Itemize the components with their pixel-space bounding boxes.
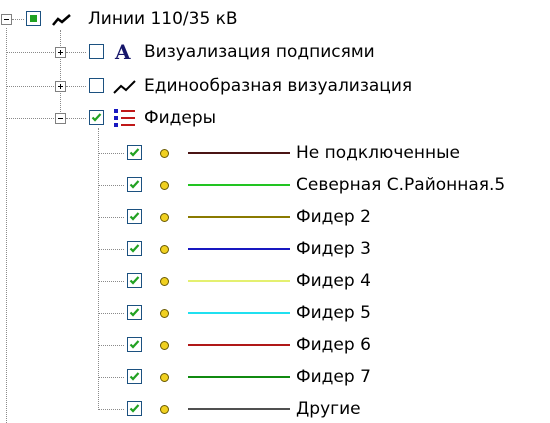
collapse-toggle[interactable] [55, 113, 66, 124]
tree-node-label: Визуализация подписями [144, 42, 375, 62]
feeder-item[interactable]: Не подключенные [0, 139, 550, 167]
state-indicator-icon [160, 213, 169, 222]
checkmark-icon [129, 212, 140, 221]
tree-connector [98, 377, 124, 378]
tree-connector [66, 118, 86, 119]
text-label-icon: A [114, 42, 131, 62]
checkmark-icon [129, 180, 140, 189]
state-indicator-icon [160, 181, 169, 190]
feeder-color-swatch [188, 152, 290, 154]
feeder-item[interactable]: Фидер 3 [0, 235, 550, 263]
feeder-checkbox[interactable] [127, 369, 142, 384]
tree-connector [6, 118, 54, 119]
feeder-label: Другие [296, 399, 361, 419]
feeder-checkbox[interactable] [127, 273, 142, 288]
feeder-item[interactable]: Фидер 7 [0, 363, 550, 391]
feeder-checkbox[interactable] [127, 145, 142, 160]
tree-node-uniform-visualization[interactable]: Единообразная визуализация [0, 72, 550, 100]
tree-node-label: Единообразная визуализация [144, 76, 413, 96]
feeder-label: Фидер 4 [296, 271, 371, 291]
tree-node-label: Фидеры [144, 108, 217, 128]
checkmark-icon [129, 404, 140, 413]
state-indicator-icon [160, 341, 169, 350]
expand-toggle[interactable] [55, 81, 66, 92]
feeder-label: Фидер 3 [296, 239, 371, 259]
layer-tree: Линии 110/35 кВ A Визуализация подписями… [0, 0, 550, 423]
checkmark-icon [129, 276, 140, 285]
feeder-label: Фидер 2 [296, 207, 371, 227]
feeder-label: Фидер 7 [296, 367, 371, 387]
feeder-checkbox[interactable] [127, 401, 142, 416]
feeder-label: Не подключенные [296, 143, 460, 163]
feeder-color-swatch [188, 408, 290, 410]
feeder-item[interactable]: Фидер 5 [0, 299, 550, 327]
state-indicator-icon [160, 277, 169, 286]
feeder-item[interactable]: Фидер 6 [0, 331, 550, 359]
tree-connector [98, 217, 124, 218]
feeder-item[interactable]: Фидер 4 [0, 267, 550, 295]
feeder-checkbox[interactable] [127, 209, 142, 224]
legend-list-icon [114, 109, 135, 127]
layer-checkbox[interactable] [89, 44, 104, 59]
layer-checkbox[interactable] [89, 110, 104, 125]
layer-checkbox[interactable] [89, 78, 104, 93]
feeder-label: Фидер 6 [296, 335, 371, 355]
state-indicator-icon [160, 405, 169, 414]
tree-node-label: Линии 110/35 кВ [88, 9, 238, 29]
svg-text:A: A [114, 42, 131, 62]
tree-connector [98, 345, 124, 346]
tree-connector [98, 153, 124, 154]
feeder-item[interactable]: Фидер 2 [0, 203, 550, 231]
tree-connector [12, 19, 24, 20]
feeder-item[interactable]: Северная С.Районная.5 [0, 171, 550, 199]
line-layer-icon [52, 14, 71, 26]
feeder-color-swatch [188, 216, 290, 218]
tree-connector [98, 185, 124, 186]
feeder-label: Северная С.Районная.5 [296, 175, 506, 195]
feeder-checkbox[interactable] [127, 337, 142, 352]
tree-node-text-visualization[interactable]: A Визуализация подписями [0, 38, 550, 66]
feeder-checkbox[interactable] [127, 305, 142, 320]
feeder-checkbox[interactable] [127, 177, 142, 192]
tree-connector [6, 86, 54, 87]
checkmark-icon [129, 148, 140, 157]
tree-node-root[interactable]: Линии 110/35 кВ [0, 6, 550, 34]
checkmark-icon [129, 372, 140, 381]
state-indicator-icon [160, 309, 169, 318]
tree-connector [66, 86, 86, 87]
state-indicator-icon [160, 245, 169, 254]
tree-connector [98, 281, 124, 282]
line-layer-icon [113, 80, 136, 94]
tree-connector [98, 409, 124, 410]
checkmark-icon [129, 308, 140, 317]
tree-connector [6, 52, 54, 53]
feeder-item[interactable]: Другие [0, 395, 550, 423]
state-indicator-icon [160, 373, 169, 382]
feeder-color-swatch [188, 312, 290, 314]
tree-connector [98, 313, 124, 314]
feeder-color-swatch [188, 184, 290, 186]
feeder-color-swatch [188, 376, 290, 378]
feeder-color-swatch [188, 280, 290, 282]
feeder-color-swatch [188, 344, 290, 346]
layer-checkbox[interactable] [26, 11, 41, 26]
tree-connector [66, 52, 86, 53]
checkmark-icon [129, 340, 140, 349]
tree-connector [98, 249, 124, 250]
feeder-label: Фидер 5 [296, 303, 371, 323]
checkmark-icon [129, 244, 140, 253]
expand-toggle[interactable] [55, 47, 66, 58]
state-indicator-icon [160, 149, 169, 158]
collapse-toggle[interactable] [1, 14, 12, 25]
feeder-checkbox[interactable] [127, 241, 142, 256]
feeder-color-swatch [188, 248, 290, 250]
checkmark-icon [91, 113, 102, 122]
tree-node-feeders[interactable]: Фидеры [0, 104, 550, 132]
